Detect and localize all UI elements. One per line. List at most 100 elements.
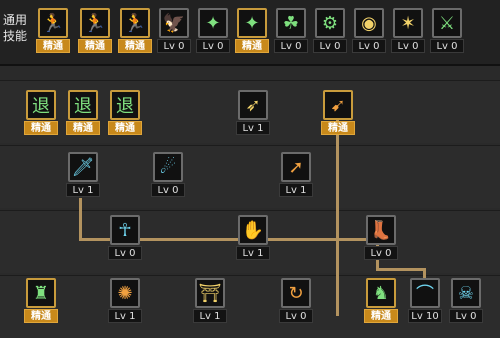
skill-level-label: Lv 0 [449, 309, 483, 323]
common-skill-7-slot[interactable]: ☘ Lv 0 [274, 8, 308, 58]
skill-level-label: 精通 [24, 121, 58, 135]
tree-skill-grab-slot[interactable]: ✋ Lv 1 [236, 215, 270, 265]
common-skill-7-icon[interactable]: ☘ [276, 8, 306, 38]
tree-skill-grab-glyph: ✋ [241, 219, 265, 241]
skill-level-label: 精通 [36, 39, 70, 53]
common-skill-3-icon[interactable]: 🏃 [120, 8, 150, 38]
tree-skill-strike-icon[interactable]: ➚ [281, 152, 311, 182]
tree-skill-guard-slot[interactable]: ♜ 精通 [24, 278, 58, 328]
tree-skill-retreat-3-slot[interactable]: 退精通 [108, 90, 142, 140]
common-skill-9-icon[interactable]: ◉ [354, 8, 384, 38]
common-skill-1-glyph: 🏃 [41, 12, 65, 34]
common-skill-8-slot[interactable]: ⚙ Lv 0 [313, 8, 347, 58]
tree-skill-dash-slot[interactable]: ➶ Lv 1 [236, 90, 270, 140]
common-skill-6-icon[interactable]: ✦ [237, 8, 267, 38]
common-skill-1-slot[interactable]: 🏃 精通 [36, 8, 70, 58]
tree-skill-retreat-1-slot[interactable]: 退精通 [24, 90, 58, 140]
tree-skill-kick-slot[interactable]: ☄ Lv 0 [151, 152, 185, 202]
common-skill-8-glyph: ⚙ [321, 12, 339, 34]
skill-tree-path-right-branch [376, 268, 426, 271]
common-skill-8-icon[interactable]: ⚙ [315, 8, 345, 38]
skill-level-label: Lv 1 [236, 246, 270, 260]
tree-skill-grab-icon[interactable]: ✋ [238, 215, 268, 245]
tree-skill-retreat-2-glyph: 退 [74, 96, 92, 117]
common-skill-10-slot[interactable]: ✶ Lv 0 [391, 8, 425, 58]
skill-level-label: Lv 0 [274, 39, 308, 53]
tree-skill-aura-slot[interactable]: ☠ Lv 0 [449, 278, 483, 328]
tree-skill-ankh-slot[interactable]: ☥ Lv 0 [108, 215, 142, 265]
tree-skill-retreat-2-slot[interactable]: 退精通 [66, 90, 100, 140]
common-skill-7-glyph: ☘ [282, 12, 300, 34]
skill-level-label: 精通 [108, 121, 142, 135]
tree-skill-strike-slot[interactable]: ➚ Lv 1 [279, 152, 313, 202]
common-skill-4-slot[interactable]: 🦅 Lv 0 [157, 8, 191, 58]
common-skill-2-icon[interactable]: 🏃 [80, 8, 110, 38]
common-skill-2-slot[interactable]: 🏃 精通 [78, 8, 112, 58]
skill-level-label: Lv 0 [151, 183, 185, 197]
skill-level-label: Lv 1 [236, 121, 270, 135]
skill-tree-path-vertical-main [336, 118, 339, 316]
common-skill-5-glyph: ✦ [205, 12, 221, 34]
tree-skill-swing-icon[interactable]: ↻ [281, 278, 311, 308]
tree-skill-swing-slot[interactable]: ↻ Lv 0 [279, 278, 313, 328]
tree-skill-slash-icon[interactable]: ➹ [323, 90, 353, 120]
skill-level-label: Lv 10 [408, 309, 442, 323]
common-skills-label-line2: 技能 [3, 29, 28, 43]
skill-level-label: Lv 1 [193, 309, 227, 323]
tree-skill-hero-slot[interactable]: ♞ 精通 [364, 278, 398, 328]
common-skill-6-slot[interactable]: ✦ 精通 [235, 8, 269, 58]
common-skill-11-slot[interactable]: ⚔ Lv 0 [430, 8, 464, 58]
common-skill-9-slot[interactable]: ◉ Lv 0 [352, 8, 386, 58]
tree-skill-retreat-2-icon[interactable]: 退 [68, 90, 98, 120]
tree-skill-guard-icon[interactable]: ♜ [26, 278, 56, 308]
common-skill-1-icon[interactable]: 🏃 [38, 8, 68, 38]
tree-skill-retreat-3-icon[interactable]: 退 [110, 90, 140, 120]
common-skills-label: 通用 技能 [3, 12, 33, 44]
common-skill-11-glyph: ⚔ [438, 12, 456, 34]
tree-skill-boot-glyph: 👢 [369, 219, 393, 241]
tree-skill-kick-icon[interactable]: ☄ [153, 152, 183, 182]
tree-skill-pillar-slot[interactable]: ⛩ Lv 1 [193, 278, 227, 328]
common-skill-10-icon[interactable]: ✶ [393, 8, 423, 38]
skill-tree-path-left-down [79, 198, 82, 240]
tree-skill-aura-glyph: ☠ [457, 282, 475, 304]
skill-level-label: 精通 [24, 309, 58, 323]
skill-level-label: Lv 0 [279, 309, 313, 323]
common-skills-panel: 通用 技能 🏃 精通 🏃 精通 🏃 精通 🦅 Lv 0 ✦ Lv 0 ✦ 精通 ☘ Lv 0 ⚙ Lv 0 ◉ L… [0, 0, 500, 66]
tree-skill-sword-slot[interactable]: 🗡 Lv 1 [66, 152, 100, 202]
skill-level-label: 精通 [66, 121, 100, 135]
tree-skill-strike-glyph: ➚ [288, 156, 304, 178]
common-skill-5-icon[interactable]: ✦ [198, 8, 228, 38]
common-skills-label-line1: 通用 [3, 13, 28, 27]
skill-level-label: Lv 1 [108, 309, 142, 323]
tree-skill-boot-slot[interactable]: 👢 Lv 0 [364, 215, 398, 265]
common-skill-5-slot[interactable]: ✦ Lv 0 [196, 8, 230, 58]
common-skill-4-icon[interactable]: 🦅 [159, 8, 189, 38]
tree-skill-retreat-1-icon[interactable]: 退 [26, 90, 56, 120]
tree-skill-ankh-icon[interactable]: ☥ [110, 215, 140, 245]
tree-skill-burst-icon[interactable]: ✺ [110, 278, 140, 308]
tree-skill-dash-icon[interactable]: ➶ [238, 90, 268, 120]
tree-skill-wave-slot[interactable]: ⌒ Lv 10 [408, 278, 442, 328]
skill-level-label: Lv 0 [391, 39, 425, 53]
common-skill-3-slot[interactable]: 🏃 精通 [118, 8, 152, 58]
common-skill-11-icon[interactable]: ⚔ [432, 8, 462, 38]
common-skill-9-glyph: ◉ [361, 12, 377, 34]
common-skill-6-glyph: ✦ [244, 12, 260, 34]
tree-skill-aura-icon[interactable]: ☠ [451, 278, 481, 308]
tree-skill-burst-glyph: ✺ [117, 282, 133, 304]
tree-skill-pillar-glyph: ⛩ [198, 282, 222, 304]
tree-skill-pillar-icon[interactable]: ⛩ [195, 278, 225, 308]
tree-skill-ankh-glyph: ☥ [118, 219, 132, 241]
tree-skill-boot-icon[interactable]: 👢 [366, 215, 396, 245]
skill-level-label: Lv 1 [279, 183, 313, 197]
tree-skill-wave-glyph: ⌒ [416, 284, 434, 305]
tree-skill-burst-slot[interactable]: ✺ Lv 1 [108, 278, 142, 328]
common-skill-4-glyph: 🦅 [162, 12, 186, 34]
tree-skill-hero-icon[interactable]: ♞ [366, 278, 396, 308]
tree-skill-wave-icon[interactable]: ⌒ [410, 278, 440, 308]
skill-level-label: 精通 [364, 309, 398, 323]
tree-skill-sword-icon[interactable]: 🗡 [68, 152, 98, 182]
tree-skill-slash-slot[interactable]: ➹ 精通 [321, 90, 355, 140]
common-skill-3-glyph: 🏃 [123, 12, 147, 34]
